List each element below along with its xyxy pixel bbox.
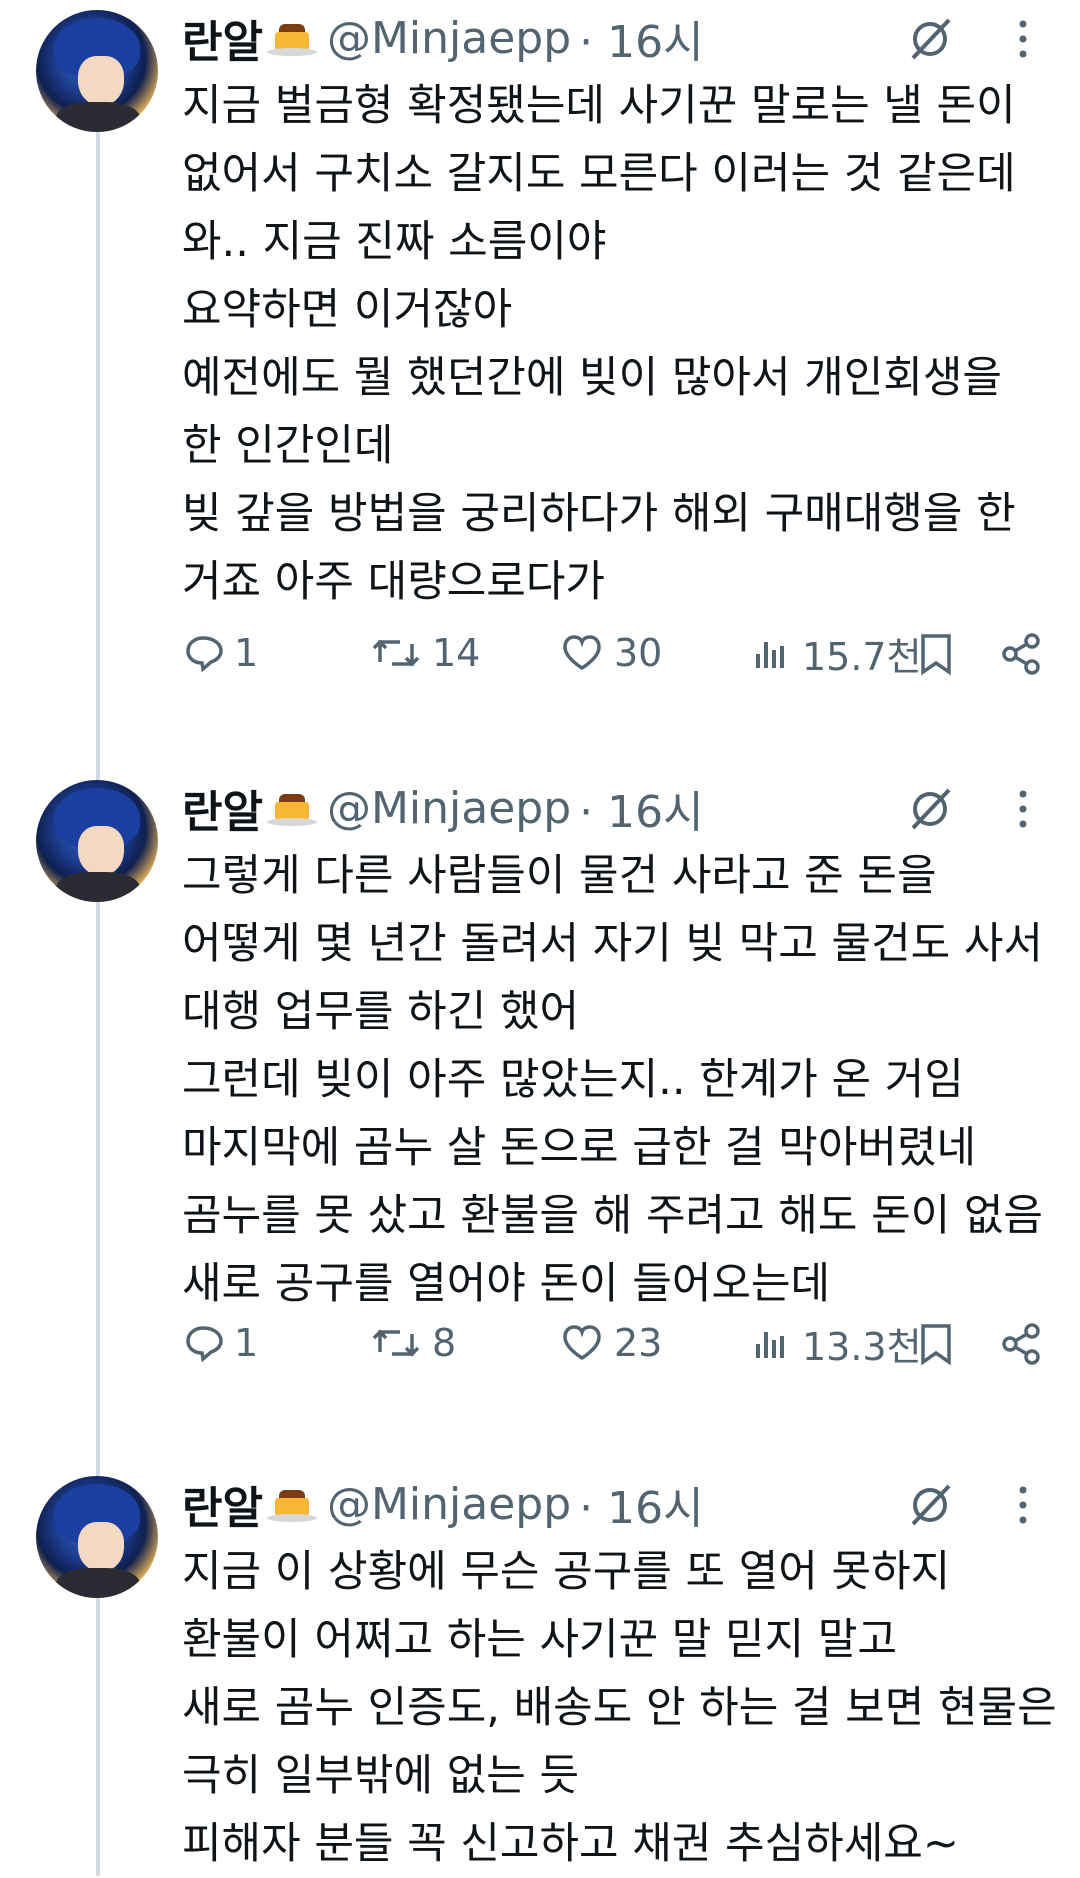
avatar[interactable] — [36, 10, 158, 132]
text-line: 지금 이 상황에 무슨 공구를 또 열어 못하지 — [182, 1547, 951, 1597]
retweet-button[interactable]: 14 — [370, 628, 480, 678]
timestamp[interactable]: · 16시 — [579, 6, 703, 70]
pudding-emoji-icon — [266, 18, 317, 58]
tweet-header: 란알 @Minjaepp · 16시 — [182, 6, 704, 70]
retweet-count: 8 — [432, 1321, 457, 1365]
reply-icon — [186, 1326, 223, 1363]
reply-count: 1 — [234, 1321, 259, 1365]
tweet-header: 란알 @Minjaepp · 16시 — [182, 1472, 704, 1536]
display-name[interactable]: 란알 — [182, 1472, 263, 1536]
text-line: 어떻게 몇 년간 돌려서 자기 빚 막고 물건도 사서 — [182, 919, 1043, 969]
text-line: 새로 곰누 인증도, 배송도 안 하는 걸 보면 현물은 — [182, 1683, 1057, 1733]
text-line: 한 인간인데 — [182, 421, 394, 471]
retweet-button[interactable]: 8 — [370, 1318, 456, 1368]
tweet-header: 란알 @Minjaepp · 16시 — [182, 776, 704, 840]
heart-icon — [563, 635, 601, 671]
retweet-icon — [372, 1329, 420, 1357]
display-name[interactable]: 란알 — [182, 6, 263, 70]
views-icon — [756, 1332, 784, 1358]
views-count: 13.3천 — [802, 1324, 922, 1369]
text-line: 극히 일부밖에 없는 듯 — [182, 1751, 580, 1801]
tweet-text: 지금 이 상황에 무슨 공구를 또 열어 못하지 환불이 어쩌고 하는 사기꾼 … — [182, 1538, 1057, 1878]
text-line: 지금 벌금형 확정됐는데 사기꾼 말로는 낼 돈이 — [182, 81, 1016, 131]
avatar[interactable] — [36, 780, 158, 902]
text-line: 와.. 지금 진짜 소름이야 — [182, 217, 607, 267]
handle[interactable]: @Minjaepp — [327, 1479, 571, 1530]
bookmark-icon[interactable] — [918, 1322, 954, 1366]
text-line: 예전에도 뭘 했던간에 빚이 많아서 개인회생을 — [182, 353, 1002, 403]
more-icon[interactable] — [1008, 14, 1038, 64]
like-count: 23 — [614, 1321, 663, 1365]
share-icon[interactable] — [1000, 1322, 1042, 1366]
avatar[interactable] — [36, 1476, 158, 1598]
like-count: 30 — [614, 631, 663, 675]
grok-icon[interactable] — [905, 1480, 955, 1530]
reply-button[interactable]: 1 — [182, 1318, 258, 1368]
pudding-emoji-icon — [266, 788, 317, 828]
heart-icon — [563, 1325, 601, 1361]
retweet-count: 14 — [432, 631, 481, 675]
more-icon[interactable] — [1008, 1480, 1038, 1530]
text-line: 그런데 빚이 아주 많았는지.. 한계가 온 거임 — [182, 1055, 964, 1105]
text-line: 새로 공구를 열어야 돈이 들어오는데 — [182, 1259, 831, 1309]
display-name[interactable]: 란알 — [182, 776, 263, 840]
text-line: 대행 업무를 하긴 했어 — [182, 987, 580, 1037]
text-line: 빚 갚을 방법을 궁리하다가 해외 구매대행을 한 — [182, 489, 1016, 539]
timestamp[interactable]: · 16시 — [579, 1472, 703, 1536]
timestamp[interactable]: · 16시 — [579, 776, 703, 840]
reply-button[interactable]: 1 — [182, 628, 258, 678]
tweet-3[interactable]: 란알 @Minjaepp · 16시 지금 이 상황에 무슨 공구를 또 열어 … — [0, 1466, 1080, 1876]
text-line: 피해자 분들 꼭 신고하고 채권 추심하세요~ — [182, 1819, 959, 1869]
text-line: 거죠 아주 대량으로다가 — [182, 557, 605, 607]
more-icon[interactable] — [1008, 784, 1038, 834]
like-button[interactable]: 30 — [560, 628, 662, 678]
views-count: 15.7천 — [802, 634, 922, 679]
views-button[interactable]: 13.3천 — [752, 1318, 922, 1369]
reply-count: 1 — [234, 631, 259, 675]
text-line: 마지막에 곰누 살 돈으로 급한 걸 막아버렸네 — [182, 1123, 977, 1173]
handle[interactable]: @Minjaepp — [327, 783, 571, 834]
pudding-emoji-icon — [266, 1484, 317, 1524]
text-line: 요약하면 이거잖아 — [182, 285, 513, 335]
share-icon[interactable] — [1000, 632, 1042, 676]
tweet-text: 지금 벌금형 확정됐는데 사기꾼 말로는 낼 돈이 없어서 구치소 갈지도 모른… — [182, 72, 1052, 616]
text-line: 없어서 구치소 갈지도 모른다 이러는 것 같은데 — [182, 149, 1016, 199]
text-line: 환불이 어쩌고 하는 사기꾼 말 믿지 말고 — [182, 1615, 897, 1665]
grok-icon[interactable] — [905, 14, 955, 64]
tweet-2[interactable]: 란알 @Minjaepp · 16시 그렇게 다른 사람들이 물건 사라고 준 … — [0, 770, 1080, 1370]
handle[interactable]: @Minjaepp — [327, 13, 571, 64]
retweet-icon — [372, 639, 420, 667]
text-line: 그렇게 다른 사람들이 물건 사라고 준 돈을 — [182, 851, 937, 901]
reply-icon — [186, 636, 223, 673]
bookmark-icon[interactable] — [918, 632, 954, 676]
grok-icon[interactable] — [905, 784, 955, 834]
tweet-text: 그렇게 다른 사람들이 물건 사라고 준 돈을 어떻게 몇 년간 돌려서 자기 … — [182, 842, 1052, 1318]
views-icon — [756, 642, 784, 668]
like-button[interactable]: 23 — [560, 1318, 662, 1368]
tweet-1[interactable]: 란알 @Minjaepp · 16시 지금 벌금형 확정됐는데 사기꾼 말로는 … — [0, 0, 1080, 679]
text-line: 곰누를 못 샀고 환불을 해 주려고 해도 돈이 없음 — [182, 1191, 1043, 1241]
views-button[interactable]: 15.7천 — [752, 628, 922, 679]
